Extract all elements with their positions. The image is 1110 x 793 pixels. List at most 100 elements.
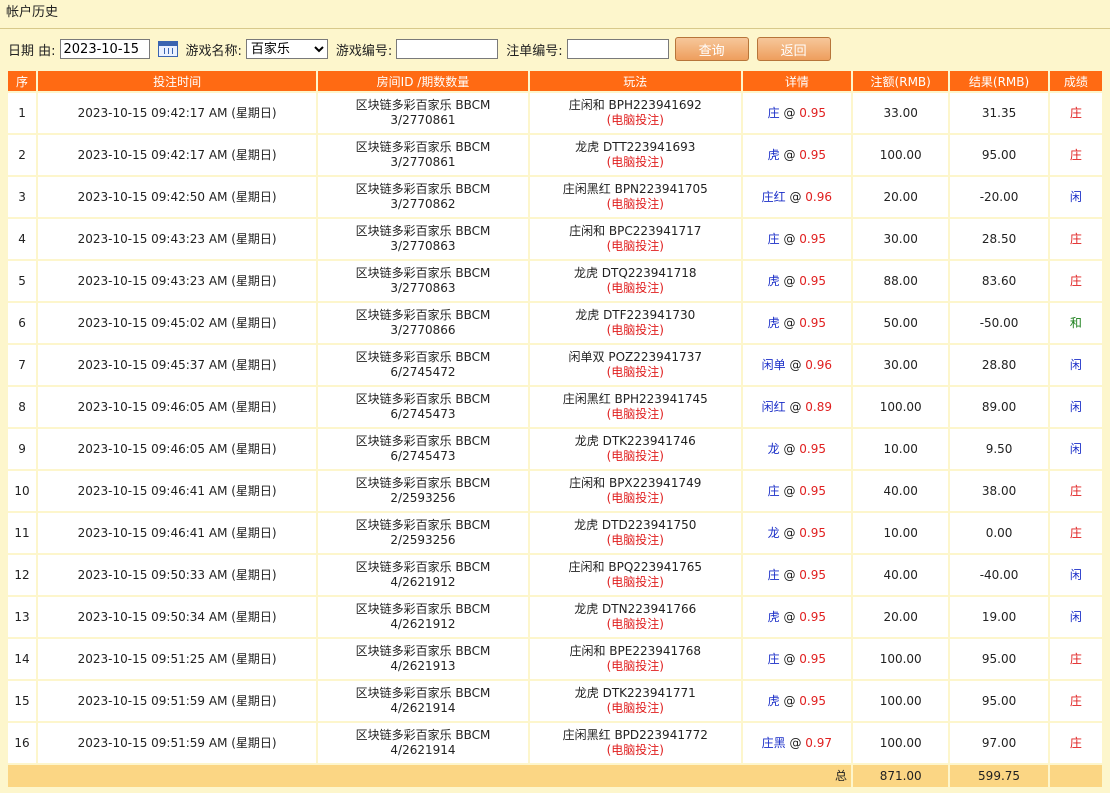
row-period: 4/2621914 <box>390 701 456 715</box>
row-room-name: 区块链多彩百家乐 BBCM <box>355 308 491 322</box>
row-play-name: 闲单双 POZ223941737 <box>568 350 702 364</box>
row-time: 2023-10-15 09:46:05 AM (星期日) <box>38 387 317 427</box>
row-result: 28.50 <box>950 219 1048 259</box>
row-room: 区块链多彩百家乐 BBCM 3/2770863 <box>318 261 528 301</box>
row-result: 95.00 <box>950 135 1048 175</box>
row-pick: 闲单 <box>761 357 786 372</box>
row-odds: 0.95 <box>799 651 827 666</box>
row-period: 3/2770863 <box>390 239 456 253</box>
row-no: 12 <box>8 555 37 595</box>
row-outcome: 闲 <box>1049 387 1102 427</box>
row-outcome: 庄 <box>1049 135 1102 175</box>
row-detail: 龙 @ 0.95 <box>742 513 852 553</box>
row-time: 2023-10-15 09:43:23 AM (星期日) <box>38 219 317 259</box>
date-label: 日期 由: <box>8 43 56 59</box>
row-outcome: 庄 <box>1049 513 1102 553</box>
row-no: 14 <box>8 639 37 679</box>
row-room: 区块链多彩百家乐 BBCM 3/2770866 <box>318 303 528 343</box>
row-pick: 庄 <box>767 231 780 246</box>
row-computer-bet-tag: (电脑投注) <box>606 323 664 337</box>
row-detail: 庄 @ 0.95 <box>742 555 852 595</box>
game-number-input[interactable] <box>396 39 499 59</box>
row-room-name: 区块链多彩百家乐 BBCM <box>355 644 491 658</box>
total-result: 599.75 <box>950 765 1048 787</box>
table-row: 13 2023-10-15 09:50:34 AM (星期日) 区块链多彩百家乐 B… <box>8 597 1102 637</box>
bet-number-input[interactable] <box>566 39 669 59</box>
row-pick: 庄 <box>767 567 780 582</box>
row-pick: 虎 <box>767 609 780 624</box>
query-button[interactable]: 查询 <box>674 37 749 61</box>
row-amount: 40.00 <box>853 555 949 595</box>
table-row: 12 2023-10-15 09:50:33 AM (星期日) 区块链多彩百家乐 B… <box>8 555 1102 595</box>
row-pick: 虎 <box>767 315 780 330</box>
row-odds: 0.95 <box>799 147 827 162</box>
row-no: 1 <box>8 93 37 133</box>
row-outcome: 闲 <box>1049 177 1102 217</box>
row-play-name: 庄闲黑红 BPH223941745 <box>562 392 708 406</box>
row-no: 15 <box>8 681 37 721</box>
row-pick: 庄黑 <box>761 735 786 750</box>
row-play: 庄闲和 BPH223941692 (电脑投注) <box>529 93 741 133</box>
row-period: 3/2770866 <box>390 323 456 337</box>
row-play: 庄闲和 BPE223941768 (电脑投注) <box>529 639 741 679</box>
row-amount: 100.00 <box>853 723 949 763</box>
row-no: 6 <box>8 303 37 343</box>
row-outcome: 闲 <box>1049 429 1102 469</box>
row-pick: 庄 <box>767 105 780 120</box>
row-result: 19.00 <box>950 597 1048 637</box>
row-room-name: 区块链多彩百家乐 BBCM <box>355 476 491 490</box>
row-amount: 20.00 <box>853 597 949 637</box>
game-name-select[interactable]: 百家乐 <box>245 39 328 59</box>
row-period: 2/2593256 <box>390 491 456 505</box>
row-amount: 30.00 <box>853 219 949 259</box>
row-period: 4/2621914 <box>390 743 456 757</box>
row-odds: 0.95 <box>799 441 827 456</box>
total-outcome-spacer <box>1049 765 1102 787</box>
row-pick: 龙 <box>767 441 780 456</box>
row-play-name: 龙虎 DTT223941693 <box>575 140 696 154</box>
row-pick: 虎 <box>767 273 780 288</box>
row-play: 龙虎 DTT223941693 (电脑投注) <box>529 135 741 175</box>
row-outcome: 和 <box>1049 303 1102 343</box>
row-time: 2023-10-15 09:46:41 AM (星期日) <box>38 513 317 553</box>
back-button[interactable]: 返回 <box>756 37 831 61</box>
row-play-name: 庄闲和 BPE223941768 <box>569 644 702 658</box>
row-room: 区块链多彩百家乐 BBCM 6/2745473 <box>318 387 528 427</box>
row-no: 11 <box>8 513 37 553</box>
row-result: 95.00 <box>950 639 1048 679</box>
row-room: 区块链多彩百家乐 BBCM 3/2770861 <box>318 135 528 175</box>
row-odds: 0.95 <box>799 609 827 624</box>
row-play-name: 龙虎 DTF223941730 <box>575 308 696 322</box>
row-play: 庄闲黑红 BPD223941772 (电脑投注) <box>529 723 741 763</box>
row-outcome: 庄 <box>1049 93 1102 133</box>
row-period: 3/2770861 <box>390 113 456 127</box>
date-input[interactable] <box>59 39 150 59</box>
game-number-label: 游戏编号: <box>335 43 393 59</box>
game-name-label: 游戏名称: <box>185 43 242 59</box>
row-room: 区块链多彩百家乐 BBCM 4/2621914 <box>318 681 528 721</box>
row-detail: 虎 @ 0.95 <box>742 135 852 175</box>
row-result: 95.00 <box>950 681 1048 721</box>
row-detail: 庄 @ 0.95 <box>742 471 852 511</box>
row-room-name: 区块链多彩百家乐 BBCM <box>355 686 491 700</box>
row-room: 区块链多彩百家乐 BBCM 4/2621914 <box>318 723 528 763</box>
calendar-icon[interactable] <box>157 41 178 57</box>
row-result: 38.00 <box>950 471 1048 511</box>
row-detail: 庄 @ 0.95 <box>742 93 852 133</box>
table-row: 7 2023-10-15 09:45:37 AM (星期日) 区块链多彩百家乐 BB… <box>8 345 1102 385</box>
row-computer-bet-tag: (电脑投注) <box>606 701 664 715</box>
row-play-name: 龙虎 DTN223941766 <box>574 602 697 616</box>
row-room: 区块链多彩百家乐 BBCM 3/2770861 <box>318 93 528 133</box>
row-result: 31.35 <box>950 93 1048 133</box>
row-period: 2/2593256 <box>390 533 456 547</box>
table-row: 8 2023-10-15 09:46:05 AM (星期日) 区块链多彩百家乐 BB… <box>8 387 1102 427</box>
row-outcome: 庄 <box>1049 639 1102 679</box>
row-play: 龙虎 DTF223941730 (电脑投注) <box>529 303 741 343</box>
row-room: 区块链多彩百家乐 BBCM 4/2621913 <box>318 639 528 679</box>
row-result: 97.00 <box>950 723 1048 763</box>
table-row: 11 2023-10-15 09:46:41 AM (星期日) 区块链多彩百家乐 B… <box>8 513 1102 553</box>
row-computer-bet-tag: (电脑投注) <box>606 365 664 379</box>
row-odds: 0.97 <box>805 735 833 750</box>
row-odds: 0.95 <box>799 105 827 120</box>
row-time: 2023-10-15 09:51:25 AM (星期日) <box>38 639 317 679</box>
